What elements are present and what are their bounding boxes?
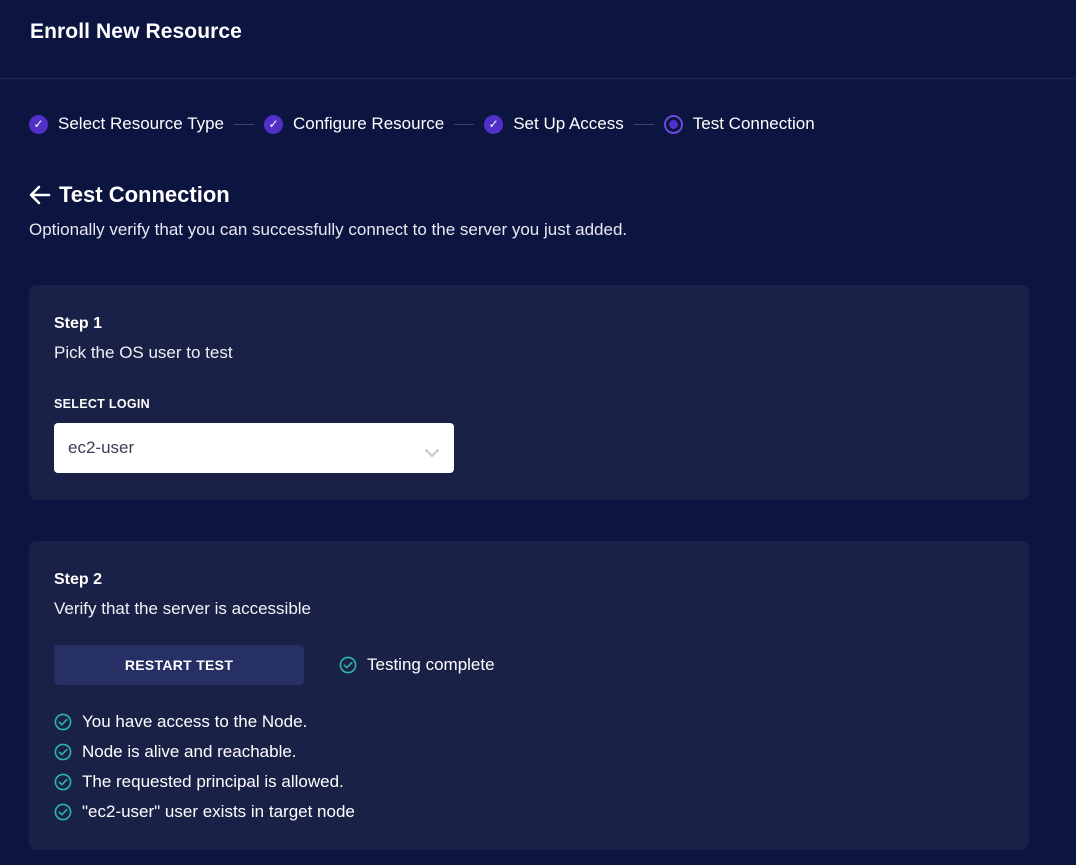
step-label: Select Resource Type: [58, 114, 224, 133]
page-title: Test Connection: [59, 182, 230, 207]
list-item: Node is alive and reachable.: [54, 737, 1005, 767]
check-circle-icon: [54, 803, 72, 821]
result-text: "ec2-user" user exists in target node: [82, 802, 355, 821]
back-arrow-icon[interactable]: [29, 185, 51, 205]
step-set-up-access: ✓ Set Up Access: [484, 114, 624, 134]
step-label: Configure Resource: [293, 114, 445, 133]
test-status-text: Testing complete: [367, 655, 495, 674]
step1-card: Step 1 Pick the OS user to test SELECT L…: [29, 285, 1029, 500]
step-connector: [454, 123, 475, 125]
stepper: ✓ Select Resource Type ✓ Configure Resou…: [0, 79, 1076, 152]
step-select-resource-type: ✓ Select Resource Type: [29, 114, 224, 134]
step2-heading: Step 2: [54, 571, 103, 588]
restart-test-button[interactable]: RESTART TEST: [54, 645, 304, 685]
login-select[interactable]: ec2-user: [54, 423, 454, 473]
result-text: Node is alive and reachable.: [82, 742, 297, 761]
select-login-label: SELECT LOGIN: [54, 397, 150, 411]
step-label: Test Connection: [692, 114, 815, 133]
step1-description: Pick the OS user to test: [54, 343, 233, 362]
header: Enroll New Resource: [0, 0, 1076, 79]
section-title: Test Connection: [29, 182, 1076, 208]
step-test-connection: Test Connection: [663, 114, 815, 134]
step1-heading: Step 1: [54, 315, 103, 332]
test-action-row: RESTART TEST Testing complete: [54, 645, 1005, 685]
step2-card: Step 2 Verify that the server is accessi…: [29, 541, 1029, 850]
check-circle-icon: ✓: [29, 114, 48, 134]
step-configure-resource: ✓ Configure Resource: [264, 114, 444, 134]
list-item: "ec2-user" user exists in target node: [54, 797, 1005, 827]
list-item: The requested principal is allowed.: [54, 767, 1005, 797]
current-step-icon: [663, 114, 683, 134]
step-connector: [633, 123, 654, 125]
check-circle-icon: [54, 743, 72, 761]
step-label: Set Up Access: [513, 114, 624, 133]
main-content: Test Connection Optionally verify that y…: [0, 182, 1076, 850]
check-circle-icon: [54, 773, 72, 791]
check-circle-icon: ✓: [264, 114, 283, 134]
result-text: You have access to the Node.: [82, 712, 308, 731]
step-connector: [234, 123, 254, 125]
step2-description: Verify that the server is accessible: [54, 599, 312, 618]
login-select-value: ec2-user: [68, 438, 135, 457]
check-circle-icon: ✓: [484, 114, 504, 134]
page-subtitle: Optionally verify that you can successfu…: [29, 220, 628, 239]
test-results-list: You have access to the Node. Node is ali…: [54, 707, 1005, 827]
result-text: The requested principal is allowed.: [82, 772, 344, 791]
page-header-title: Enroll New Resource: [30, 20, 242, 43]
chevron-down-icon[interactable]: [424, 443, 440, 457]
check-circle-icon: [339, 656, 357, 674]
list-item: You have access to the Node.: [54, 707, 1005, 737]
test-status: Testing complete: [339, 655, 495, 675]
check-circle-icon: [54, 713, 72, 731]
enroll-page: Enroll New Resource ✓ Select Resource Ty…: [0, 0, 1076, 865]
